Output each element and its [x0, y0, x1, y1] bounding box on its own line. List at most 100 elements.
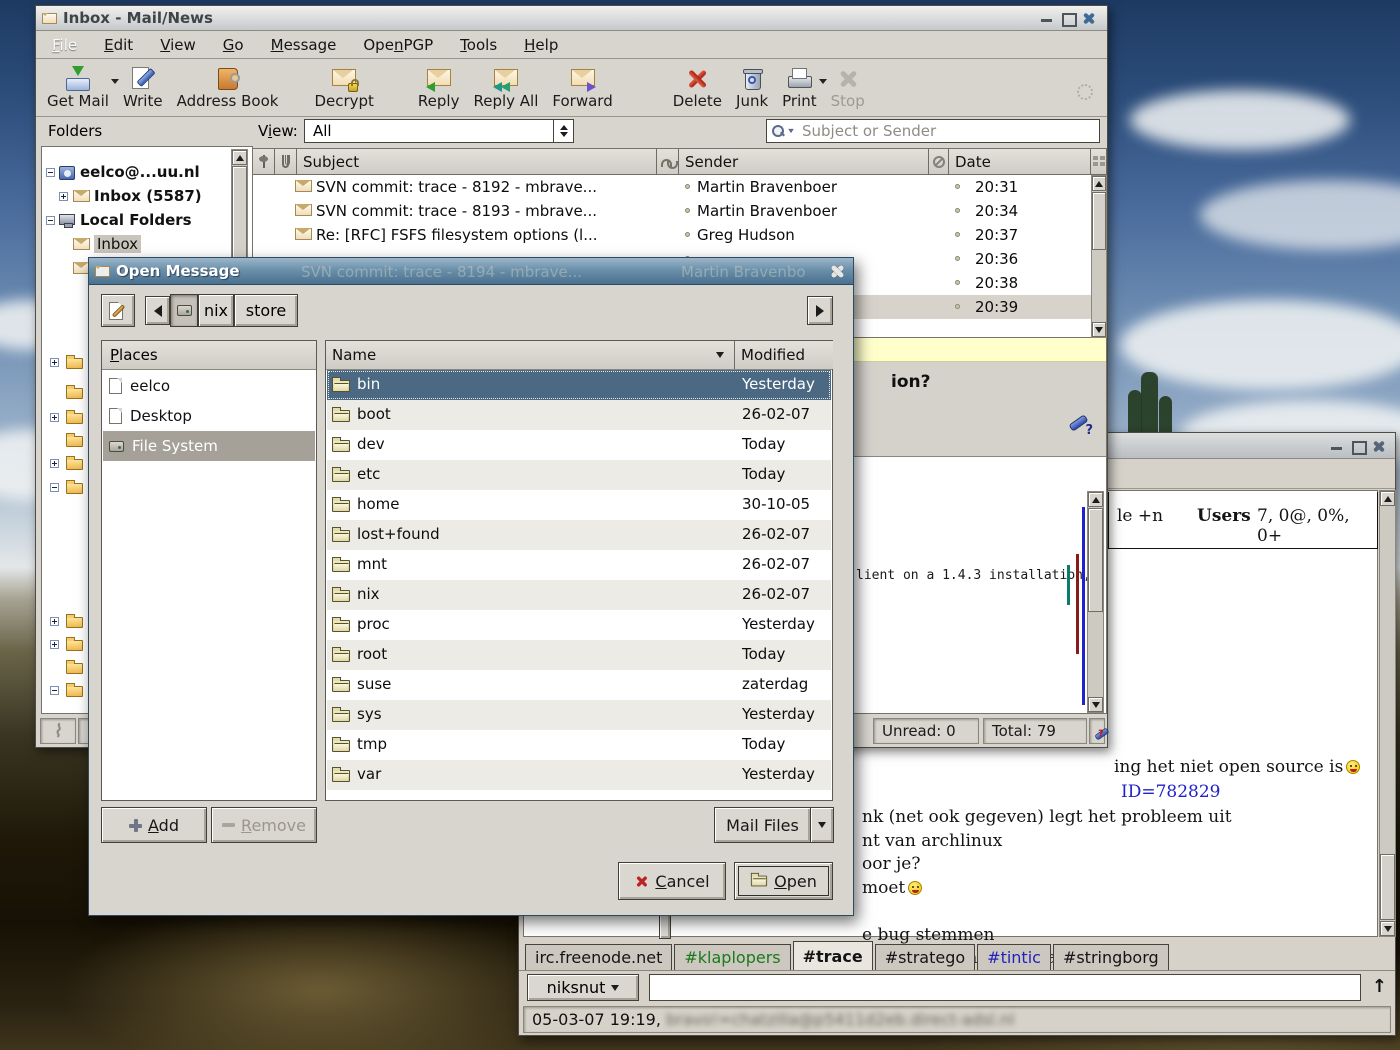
- view-filter-combobox[interactable]: All: [304, 119, 574, 143]
- message-scrollbar[interactable]: [1087, 491, 1104, 713]
- thread-scrollbar-thumb[interactable]: [1092, 192, 1106, 250]
- file-row-nix[interactable]: nix26-02-07: [327, 580, 831, 610]
- close-icon[interactable]: [829, 264, 845, 279]
- expander-plus-icon[interactable]: [50, 413, 59, 422]
- scroll-up-icon[interactable]: [232, 150, 247, 165]
- irc-tab-stratego[interactable]: #stratego: [875, 944, 975, 970]
- file-row-sys[interactable]: sysYesterday: [327, 700, 831, 730]
- dialog-titlebar[interactable]: Open Message SVN commit: trace - 8194 - …: [89, 258, 853, 285]
- filter-combobox[interactable]: Mail Files: [714, 807, 810, 843]
- search-input[interactable]: [798, 121, 1099, 141]
- expander-plus-icon[interactable]: [50, 617, 59, 626]
- expander-plus-icon[interactable]: [50, 640, 59, 649]
- subject-column-header[interactable]: Subject: [297, 149, 657, 174]
- toolbar-delete-button[interactable]: Delete: [666, 62, 729, 111]
- irc-scrollbar-thumb[interactable]: [1380, 854, 1395, 920]
- expander-minus-icon[interactable]: [46, 168, 55, 177]
- column-picker-button[interactable]: [1091, 149, 1107, 174]
- offline-indicator[interactable]: ⌇: [40, 718, 76, 744]
- file-row-boot[interactable]: boot26-02-07: [327, 400, 831, 430]
- close-icon[interactable]: [1081, 11, 1097, 25]
- file-row-root[interactable]: rootToday: [327, 640, 831, 670]
- thread-scrollbar[interactable]: [1091, 175, 1107, 338]
- irc-tab-stringborg[interactable]: #stringborg: [1053, 944, 1169, 970]
- expander-plus-icon[interactable]: [59, 192, 68, 201]
- search-box[interactable]: [766, 119, 1100, 143]
- scroll-up-icon[interactable]: [1088, 492, 1103, 507]
- close-icon[interactable]: [1371, 439, 1387, 453]
- combo-arrows-icon[interactable]: [553, 120, 573, 142]
- date-column-header[interactable]: Date: [949, 149, 1091, 174]
- scroll-down-icon[interactable]: [1092, 322, 1106, 337]
- expander-minus-icon[interactable]: [50, 483, 59, 492]
- file-list-panel[interactable]: Name Modified binYesterdayboot26-02-07de…: [325, 340, 833, 801]
- thread-row[interactable]: SVN commit: trace - 8193 - mbrave...Mart…: [253, 199, 1091, 223]
- toolbar-write-button[interactable]: Write: [116, 62, 170, 111]
- add-button[interactable]: Add: [101, 807, 207, 843]
- scroll-up-icon[interactable]: [1380, 491, 1395, 506]
- sender-column-header[interactable]: Sender: [679, 149, 929, 174]
- path-root-button[interactable]: [170, 294, 198, 327]
- remove-button[interactable]: Remove: [211, 807, 317, 843]
- sidebar-item-eelco-uu-nl[interactable]: eelco@...uu.nl: [42, 161, 232, 185]
- expander-minus-icon[interactable]: [50, 686, 59, 695]
- scroll-up-icon[interactable]: [1092, 176, 1106, 191]
- toolbar-reply-all-button[interactable]: Reply All: [466, 62, 545, 111]
- path-scroll-right-button[interactable]: [807, 296, 833, 325]
- enigmail-status[interactable]: [1089, 718, 1105, 744]
- path-scroll-left-button[interactable]: [145, 296, 170, 325]
- irc-chat-input[interactable]: [649, 974, 1361, 1001]
- file-row-proc[interactable]: procYesterday: [327, 610, 831, 640]
- maximize-icon[interactable]: [1060, 11, 1076, 25]
- toolbar-stop-button[interactable]: Stop: [824, 62, 872, 111]
- menu-go[interactable]: Go: [223, 36, 244, 54]
- places-header[interactable]: Places: [102, 341, 316, 370]
- scroll-down-icon[interactable]: [1380, 921, 1395, 936]
- place-item-file-system[interactable]: File System: [103, 431, 315, 461]
- toolbar-get-mail-button[interactable]: Get Mail: [40, 62, 116, 111]
- file-row-tmp[interactable]: tmpToday: [327, 730, 831, 760]
- toolbar-print-button[interactable]: Print: [775, 62, 824, 111]
- thread-row[interactable]: SVN commit: trace - 8192 - mbrave...Mart…: [253, 175, 1091, 199]
- menu-message[interactable]: Message: [271, 36, 337, 54]
- toolbar-forward-button[interactable]: Forward: [545, 62, 619, 111]
- menu-openpgp[interactable]: OpenPGP: [363, 36, 433, 54]
- file-row-dev[interactable]: devToday: [327, 430, 831, 460]
- path-segment-nix[interactable]: nix: [198, 294, 234, 327]
- toolbar-reply-button[interactable]: Reply: [411, 62, 467, 111]
- menu-edit[interactable]: Edit: [104, 36, 133, 54]
- flag-column-header[interactable]: [253, 149, 275, 174]
- modified-column-header[interactable]: Modified: [735, 341, 833, 369]
- filter-dropdown-arrow[interactable]: [810, 807, 834, 843]
- open-button[interactable]: Open: [734, 862, 833, 900]
- toolbar-decrypt-button[interactable]: Decrypt: [307, 62, 380, 111]
- expander-minus-icon[interactable]: [46, 216, 55, 225]
- nick-selector[interactable]: niksnut: [527, 974, 639, 1001]
- place-item-desktop[interactable]: Desktop: [103, 401, 315, 431]
- mail-titlebar[interactable]: Inbox - Mail/News: [36, 6, 1107, 31]
- places-panel[interactable]: Places eelcoDesktopFile System: [101, 340, 317, 801]
- file-row-mnt[interactable]: mnt26-02-07: [327, 550, 831, 580]
- name-column-header[interactable]: Name: [326, 341, 735, 369]
- expander-plus-icon[interactable]: [50, 358, 59, 367]
- junk-column-header[interactable]: [929, 149, 949, 174]
- toolbar-address-book-button[interactable]: Address Book: [170, 62, 286, 111]
- menu-file[interactable]: File: [52, 36, 77, 54]
- sidebar-item-inbox[interactable]: Inbox: [42, 233, 232, 257]
- sidebar-item-inbox-5587-[interactable]: Inbox (5587): [42, 185, 232, 209]
- irc-tab-tintic[interactable]: #tintic: [977, 944, 1051, 970]
- minimize-icon[interactable]: [1039, 11, 1055, 25]
- sidebar-item-local-folders[interactable]: Local Folders: [42, 209, 232, 233]
- path-segment-store[interactable]: store: [234, 294, 298, 327]
- menu-tools[interactable]: Tools: [460, 36, 497, 54]
- file-row-var[interactable]: varYesterday: [327, 760, 831, 790]
- file-row-etc[interactable]: etcToday: [327, 460, 831, 490]
- file-row-suse[interactable]: susezaterdag: [327, 670, 831, 700]
- scroll-down-icon[interactable]: [1088, 697, 1103, 712]
- up-arrow-icon[interactable]: ↑: [1372, 976, 1387, 997]
- attachment-column-header[interactable]: [275, 149, 297, 174]
- maximize-icon[interactable]: [1350, 439, 1366, 453]
- thread-row[interactable]: Re: [RFC] FSFS filesystem options (l...G…: [253, 223, 1091, 247]
- cancel-button[interactable]: Cancel: [618, 862, 726, 900]
- file-row-bin[interactable]: binYesterday: [327, 370, 831, 400]
